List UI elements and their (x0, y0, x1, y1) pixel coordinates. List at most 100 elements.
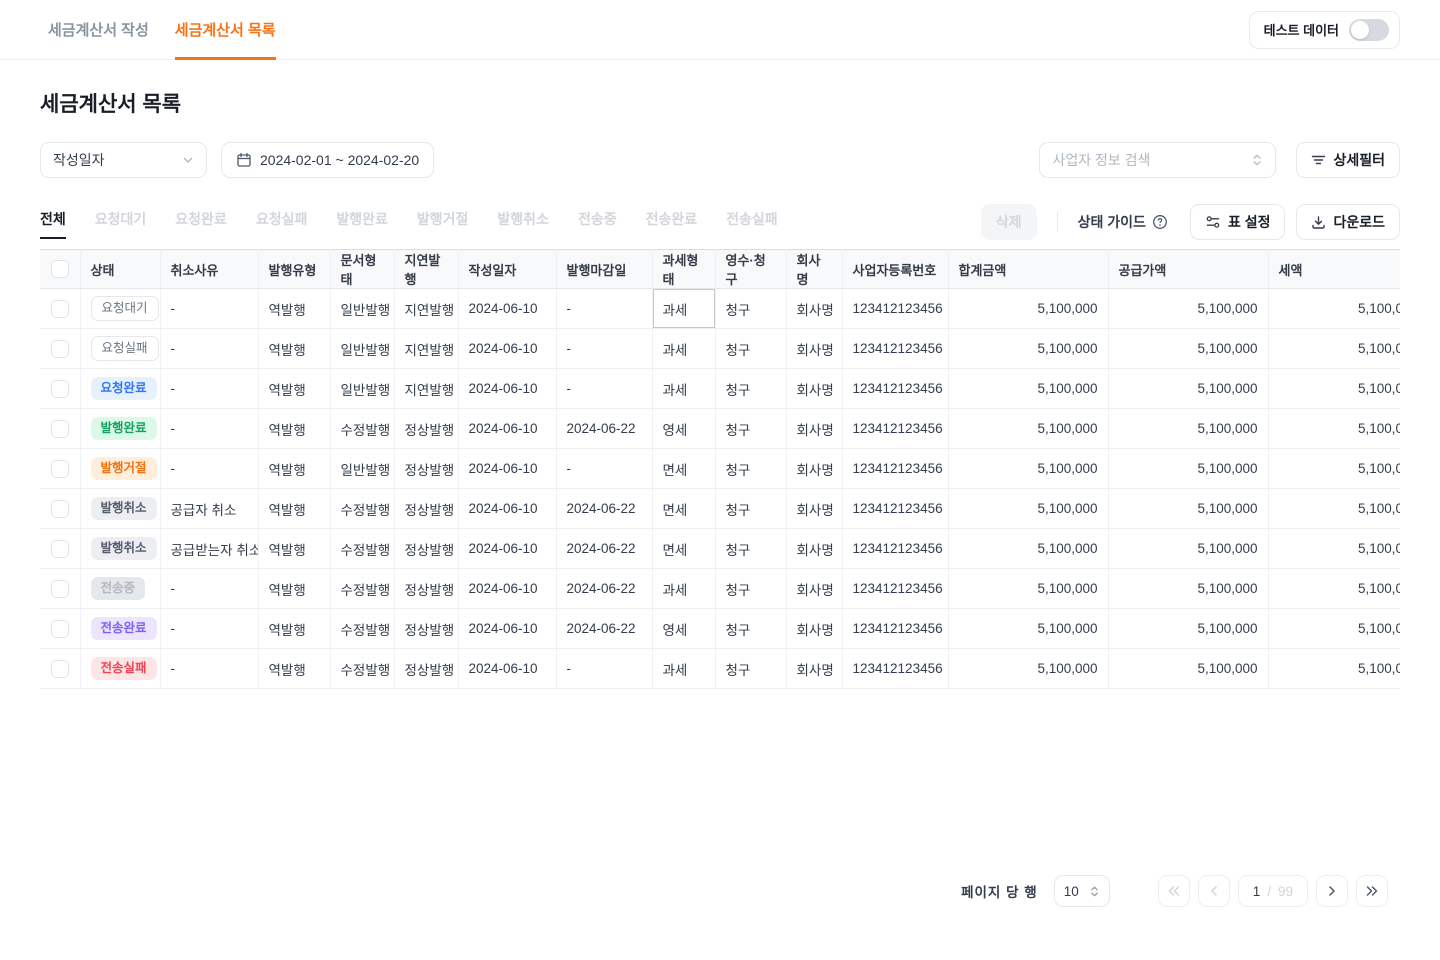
status-badge: 발행취소 (91, 537, 157, 561)
receipt-type-cell: 청구 (715, 649, 786, 689)
deadline-cell: - (556, 449, 652, 489)
status-badge: 전송중 (91, 577, 146, 601)
row-checkbox[interactable] (51, 380, 69, 398)
row-checkbox[interactable] (51, 540, 69, 558)
issue-type-cell: 역발행 (258, 609, 330, 649)
invoice-table-container: 상태취소사유발행유형문서형태지연발행작성일자발행마감일과세형태영수·청구회사명사… (40, 249, 1400, 689)
supply-amount-cell: 5,100,000 (1108, 649, 1268, 689)
last-page-button[interactable] (1356, 875, 1388, 907)
column-header-취소사유: 취소사유 (160, 250, 258, 289)
tax-amount-cell: 5,100,000 (1268, 649, 1400, 689)
date-range-picker[interactable]: 2024-02-01 ~ 2024-02-20 (221, 142, 434, 178)
status-tab-발행거절[interactable]: 발행거절 (417, 209, 469, 235)
tax-form-cell: 영세 (652, 609, 715, 649)
delay-type-cell: 지연발행 (394, 289, 458, 329)
status-badge: 발행완료 (91, 417, 157, 441)
table-toolbar: 삭제 상태 가이드 표 설정 다운로드 (981, 204, 1400, 240)
column-header-합계금액: 합계금액 (948, 250, 1108, 289)
table-row: 요청완료-역발행일반발행지연발행2024-06-10-과세청구회사명123412… (40, 369, 1400, 409)
header-select-all-cell (40, 250, 80, 289)
column-header-공급가액: 공급가액 (1108, 250, 1268, 289)
row-checkbox[interactable] (51, 420, 69, 438)
company-name-cell: 회사명 (786, 569, 842, 609)
cancel-reason-cell: 공급자 취소 (160, 489, 258, 529)
cancel-reason-cell: - (160, 569, 258, 609)
delay-type-cell: 정상발행 (394, 529, 458, 569)
business-search-select[interactable]: 사업자 정보 검색 (1039, 142, 1276, 178)
table-settings-button[interactable]: 표 설정 (1190, 204, 1286, 240)
total-pages: 99 (1278, 884, 1293, 899)
next-page-button[interactable] (1316, 875, 1348, 907)
issue-type-cell: 역발행 (258, 529, 330, 569)
tab-invoice-create[interactable]: 세금계산서 작성 (48, 0, 149, 59)
receipt-type-cell: 청구 (715, 609, 786, 649)
tax-amount-cell: 5,100,000 (1268, 449, 1400, 489)
tax-form-cell: 면세 (652, 529, 715, 569)
receipt-type-cell: 청구 (715, 369, 786, 409)
status-tab-요청대기[interactable]: 요청대기 (95, 209, 147, 235)
delay-type-cell: 정상발행 (394, 649, 458, 689)
total-amount-cell: 5,100,000 (948, 409, 1108, 449)
status-tab-전송중[interactable]: 전송중 (578, 209, 617, 235)
receipt-type-cell: 청구 (715, 489, 786, 529)
double-chevron-right-icon (1365, 885, 1379, 897)
prev-page-button[interactable] (1198, 875, 1230, 907)
status-row: 전체 요청대기 요청완료 요청실패 발행완료 발행거절 발행취소 전송중 전송완료 전송실패 삭제… (40, 204, 1400, 240)
row-checkbox-cell (40, 289, 80, 329)
status-tab-전송실패[interactable]: 전송실패 (726, 209, 778, 235)
rows-per-page-select[interactable]: 10 (1054, 875, 1110, 907)
total-amount-cell: 5,100,000 (948, 529, 1108, 569)
rows-per-page-value: 10 (1064, 884, 1079, 899)
tax-form-cell: 면세 (652, 449, 715, 489)
business-number-cell: 123412123456 (842, 609, 948, 649)
invoice-table: 상태취소사유발행유형문서형태지연발행작성일자발행마감일과세형태영수·청구회사명사… (40, 249, 1400, 689)
status-badge: 전송실패 (91, 657, 157, 681)
table-row: 요청대기-역발행일반발행지연발행2024-06-10-과세청구회사명123412… (40, 289, 1400, 329)
table-row: 발행취소공급받는자 취소역발행수정발행정상발행2024-06-102024-06… (40, 529, 1400, 569)
row-checkbox[interactable] (51, 620, 69, 638)
business-number-cell: 123412123456 (842, 569, 948, 609)
column-header-발행마감일: 발행마감일 (556, 250, 652, 289)
date-type-select[interactable]: 작성일자 (40, 142, 207, 178)
test-data-toggle[interactable] (1349, 19, 1389, 41)
doc-form-cell: 수정발행 (330, 569, 394, 609)
business-number-cell: 123412123456 (842, 289, 948, 329)
status-guide-button[interactable]: 상태 가이드 (1078, 212, 1168, 232)
question-circle-icon (1152, 214, 1168, 230)
table-row: 발행취소공급자 취소역발행수정발행정상발행2024-06-102024-06-2… (40, 489, 1400, 529)
delete-button[interactable]: 삭제 (981, 204, 1037, 240)
business-number-cell: 123412123456 (842, 449, 948, 489)
row-checkbox[interactable] (51, 340, 69, 358)
row-checkbox[interactable] (51, 660, 69, 678)
page-indicator[interactable]: 1 / 99 (1238, 875, 1308, 907)
select-all-checkbox[interactable] (51, 260, 69, 278)
supply-amount-cell: 5,100,000 (1108, 369, 1268, 409)
tax-amount-cell: 5,100,000 (1268, 409, 1400, 449)
first-page-button[interactable] (1158, 875, 1190, 907)
row-checkbox[interactable] (51, 300, 69, 318)
status-tab-발행취소[interactable]: 발행취소 (497, 209, 549, 235)
table-row: 전송실패-역발행수정발행정상발행2024-06-10-과세청구회사명123412… (40, 649, 1400, 689)
row-checkbox[interactable] (51, 580, 69, 598)
status-tab-요청실패[interactable]: 요청실패 (256, 209, 308, 235)
delay-type-cell: 정상발행 (394, 489, 458, 529)
column-header-작성일자: 작성일자 (458, 250, 556, 289)
status-tab-요청완료[interactable]: 요청완료 (175, 209, 227, 235)
status-tab-발행완료[interactable]: 발행완료 (336, 209, 388, 235)
status-tab-전송완료[interactable]: 전송완료 (646, 209, 698, 235)
detail-filter-button[interactable]: 상세필터 (1296, 142, 1400, 178)
row-checkbox[interactable] (51, 460, 69, 478)
status-tab-전체[interactable]: 전체 (40, 209, 66, 235)
doc-form-cell: 수정발행 (330, 529, 394, 569)
download-button[interactable]: 다운로드 (1296, 204, 1400, 240)
table-settings-label: 표 설정 (1228, 212, 1271, 232)
tab-invoice-list[interactable]: 세금계산서 목록 (175, 0, 276, 59)
created-date-cell: 2024-06-10 (458, 409, 556, 449)
toolbar-divider (1057, 212, 1058, 232)
created-date-cell: 2024-06-10 (458, 449, 556, 489)
receipt-type-cell: 청구 (715, 569, 786, 609)
row-checkbox[interactable] (51, 500, 69, 518)
supply-amount-cell: 5,100,000 (1108, 409, 1268, 449)
status-cell: 전송완료 (80, 609, 160, 649)
created-date-cell: 2024-06-10 (458, 529, 556, 569)
